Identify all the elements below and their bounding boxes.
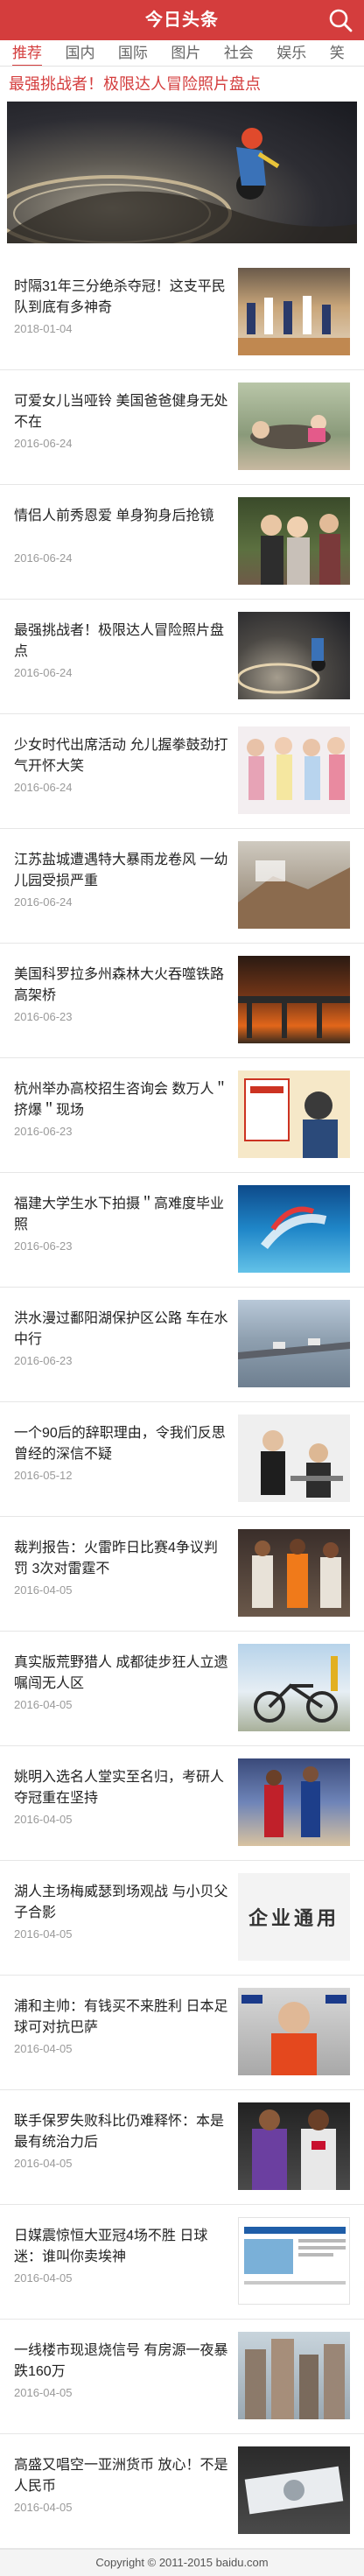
tab-domestic[interactable]: 国内 xyxy=(65,40,94,66)
news-thumbnail[interactable] xyxy=(238,956,350,1043)
news-title[interactable]: 真实版荒野猎人 成都徒步狂人立遗嘱闯无人区 xyxy=(14,1653,229,1695)
news-date: 2016-04-05 xyxy=(14,1927,73,1941)
news-thumbnail[interactable] xyxy=(238,1529,350,1617)
news-title[interactable]: 浦和主帅：有钱买不来胜利 日本足球可对抗巴萨 xyxy=(14,1997,229,2039)
news-title[interactable]: 美国科罗拉多州森林大火吞噬铁路高架桥 xyxy=(14,965,229,1007)
list-item[interactable]: 裁判报告：火雷昨日比赛4争议判罚 3次对雷霆不 2016-04-05 xyxy=(0,1517,364,1632)
tab-jokes[interactable]: 笑 xyxy=(330,40,345,66)
tab-pictures[interactable]: 图片 xyxy=(171,40,200,66)
tab-society[interactable]: 社会 xyxy=(224,40,254,66)
news-thumbnail[interactable] xyxy=(238,841,350,929)
tab-entertainment[interactable]: 娱乐 xyxy=(276,40,306,66)
news-title[interactable]: 湖人主场梅威瑟到场观战 与小贝父子合影 xyxy=(14,1882,229,1924)
news-title[interactable]: 裁判报告：火雷昨日比赛4争议判罚 3次对雷霆不 xyxy=(14,1538,229,1580)
news-thumbnail[interactable] xyxy=(238,1185,350,1273)
list-item[interactable]: 湖人主场梅威瑟到场观战 与小贝父子合影 2016-04-05 企业通用 xyxy=(0,1861,364,1976)
list-item[interactable]: 少女时代出席活动 允儿握拳鼓劲打气开怀大笑 2016-06-24 xyxy=(0,714,364,829)
news-title[interactable]: 福建大学生水下拍摄＂高难度毕业照 xyxy=(14,1194,229,1236)
news-thumbnail[interactable] xyxy=(238,2217,350,2305)
news-date: 2016-04-05 xyxy=(14,2501,73,2514)
news-date: 2016-06-23 xyxy=(14,1239,73,1253)
news-title[interactable]: 一个90后的辞职理由，令我们反思曾经的深信不疑 xyxy=(14,1423,229,1465)
page-footer: Copyright © 2011-2015 baidu.com xyxy=(0,2549,364,2576)
news-date: 2016-04-05 xyxy=(14,1698,73,1711)
news-title[interactable]: 江苏盐城遭遇特大暴雨龙卷风 一幼儿园受损严重 xyxy=(14,850,229,892)
list-item[interactable]: 日媒震惊恒大亚冠4场不胜 日球迷：谁叫你卖埃神 2016-04-05 xyxy=(0,2205,364,2320)
list-item[interactable]: 高盛又唱空一亚洲货币 放心！不是人民币 2016-04-05 xyxy=(0,2434,364,2549)
news-title[interactable]: 时隔31年三分绝杀夺冠！这支平民队到底有多神奇 xyxy=(14,277,229,319)
news-date: 2016-06-23 xyxy=(14,1125,73,1138)
featured-story[interactable]: 最强挑战者！极限达人冒险照片盘点 xyxy=(0,67,364,243)
news-date: 2016-06-24 xyxy=(14,437,73,450)
news-thumbnail[interactable] xyxy=(238,2102,350,2190)
news-thumbnail[interactable]: 企业通用 xyxy=(238,1873,350,1961)
news-thumbnail[interactable] xyxy=(238,1414,350,1502)
news-title[interactable]: 杭州举办高校招生咨询会 数万人＂挤爆＂现场 xyxy=(14,1079,229,1121)
list-item[interactable]: 美国科罗拉多州森林大火吞噬铁路高架桥 2016-06-23 xyxy=(0,944,364,1058)
news-thumbnail[interactable] xyxy=(238,1644,350,1731)
news-title[interactable]: 可爱女儿当哑铃 美国爸爸健身无处不在 xyxy=(14,391,229,433)
news-date: 2016-04-05 xyxy=(14,2042,73,2055)
news-date: 2016-04-05 xyxy=(14,1583,73,1597)
news-title[interactable]: 少女时代出席活动 允儿握拳鼓劲打气开怀大笑 xyxy=(14,735,229,777)
news-date: 2016-06-24 xyxy=(14,781,73,794)
news-title[interactable]: 情侣人前秀恩爱 单身狗身后抢镜 xyxy=(14,506,229,527)
list-item[interactable]: 可爱女儿当哑铃 美国爸爸健身无处不在 2016-06-24 xyxy=(0,370,364,485)
news-date: 2016-04-05 xyxy=(14,2157,73,2170)
news-thumbnail[interactable] xyxy=(238,497,350,585)
news-date: 2016-04-05 xyxy=(14,2271,73,2285)
news-thumbnail[interactable] xyxy=(238,1300,350,1387)
list-item[interactable]: 最强挑战者！极限达人冒险照片盘点 2016-06-24 xyxy=(0,600,364,714)
news-date: 2016-06-24 xyxy=(14,895,73,909)
app-header: 今日头条 xyxy=(0,0,364,40)
news-thumbnail[interactable] xyxy=(238,1070,350,1158)
list-item[interactable]: 杭州举办高校招生咨询会 数万人＂挤爆＂现场 2016-06-23 xyxy=(0,1058,364,1173)
news-thumbnail[interactable] xyxy=(238,2446,350,2534)
news-title[interactable]: 姚明入选名人堂实至名归，考研人夺冠重在坚持 xyxy=(14,1767,229,1809)
news-title[interactable]: 洪水漫过鄱阳湖保护区公路 车在水中行 xyxy=(14,1309,229,1351)
list-item[interactable]: 联手保罗失败科比仍难释怀：本是最有统治力后 2016-04-05 xyxy=(0,2090,364,2205)
search-icon[interactable] xyxy=(327,7,354,33)
list-item[interactable]: 洪水漫过鄱阳湖保护区公路 车在水中行 2016-06-23 xyxy=(0,1288,364,1402)
news-date: 2016-06-23 xyxy=(14,1010,73,1023)
news-title[interactable]: 联手保罗失败科比仍难释怀：本是最有统治力后 xyxy=(14,2111,229,2153)
news-thumbnail[interactable] xyxy=(238,268,350,355)
news-date: 2016-04-05 xyxy=(14,1813,73,1826)
list-item[interactable]: 一个90后的辞职理由，令我们反思曾经的深信不疑 2016-05-12 xyxy=(0,1402,364,1517)
news-title[interactable]: 高盛又唱空一亚洲货币 放心！不是人民币 xyxy=(14,2455,229,2497)
news-date: 2016-04-05 xyxy=(14,2386,73,2399)
tab-international[interactable]: 国际 xyxy=(118,40,148,66)
category-tabs: 推荐 国内 国际 图片 社会 娱乐 笑 xyxy=(0,40,364,67)
news-date: 2016-06-24 xyxy=(14,551,73,565)
news-thumbnail[interactable] xyxy=(238,1758,350,1846)
news-thumbnail[interactable] xyxy=(238,726,350,814)
news-title[interactable]: 日媒震惊恒大亚冠4场不胜 日球迷：谁叫你卖埃神 xyxy=(14,2226,229,2268)
list-item[interactable]: 时隔31年三分绝杀夺冠！这支平民队到底有多神奇 2018-01-04 xyxy=(0,256,364,370)
list-item[interactable]: 情侣人前秀恩爱 单身狗身后抢镜 2016-06-24 xyxy=(0,485,364,600)
news-thumbnail[interactable] xyxy=(238,612,350,699)
app-logo[interactable]: 今日头条 xyxy=(0,0,364,40)
news-title[interactable]: 最强挑战者！极限达人冒险照片盘点 xyxy=(14,621,229,663)
featured-image[interactable] xyxy=(7,102,357,243)
news-thumbnail[interactable] xyxy=(238,383,350,470)
list-item[interactable]: 江苏盐城遭遇特大暴雨龙卷风 一幼儿园受损严重 2016-06-24 xyxy=(0,829,364,944)
news-thumbnail[interactable] xyxy=(238,2332,350,2419)
list-item[interactable]: 一线楼市现退烧信号 有房源一夜暴跌160万 2016-04-05 xyxy=(0,2320,364,2434)
news-title[interactable]: 一线楼市现退烧信号 有房源一夜暴跌160万 xyxy=(14,2341,229,2383)
list-item[interactable]: 姚明入选名人堂实至名归，考研人夺冠重在坚持 2016-04-05 xyxy=(0,1746,364,1861)
list-item[interactable]: 真实版荒野猎人 成都徒步狂人立遗嘱闯无人区 2016-04-05 xyxy=(0,1632,364,1746)
news-date: 2016-05-12 xyxy=(14,1469,73,1482)
list-item[interactable]: 浦和主帅：有钱买不来胜利 日本足球可对抗巴萨 2016-04-05 xyxy=(0,1976,364,2090)
featured-title[interactable]: 最强挑战者！极限达人冒险照片盘点 xyxy=(9,72,357,96)
news-date: 2016-06-24 xyxy=(14,666,73,679)
news-date: 2018-01-04 xyxy=(14,322,73,335)
news-list: 时隔31年三分绝杀夺冠！这支平民队到底有多神奇 2018-01-04 可爱女儿当… xyxy=(0,256,364,2549)
news-thumbnail[interactable] xyxy=(238,1988,350,2075)
list-item[interactable]: 福建大学生水下拍摄＂高难度毕业照 2016-06-23 xyxy=(0,1173,364,1288)
news-date: 2016-06-23 xyxy=(14,1354,73,1367)
tab-recommend[interactable]: 推荐 xyxy=(12,40,42,66)
thumb-placeholder-label: 企业通用 xyxy=(248,1907,340,1929)
